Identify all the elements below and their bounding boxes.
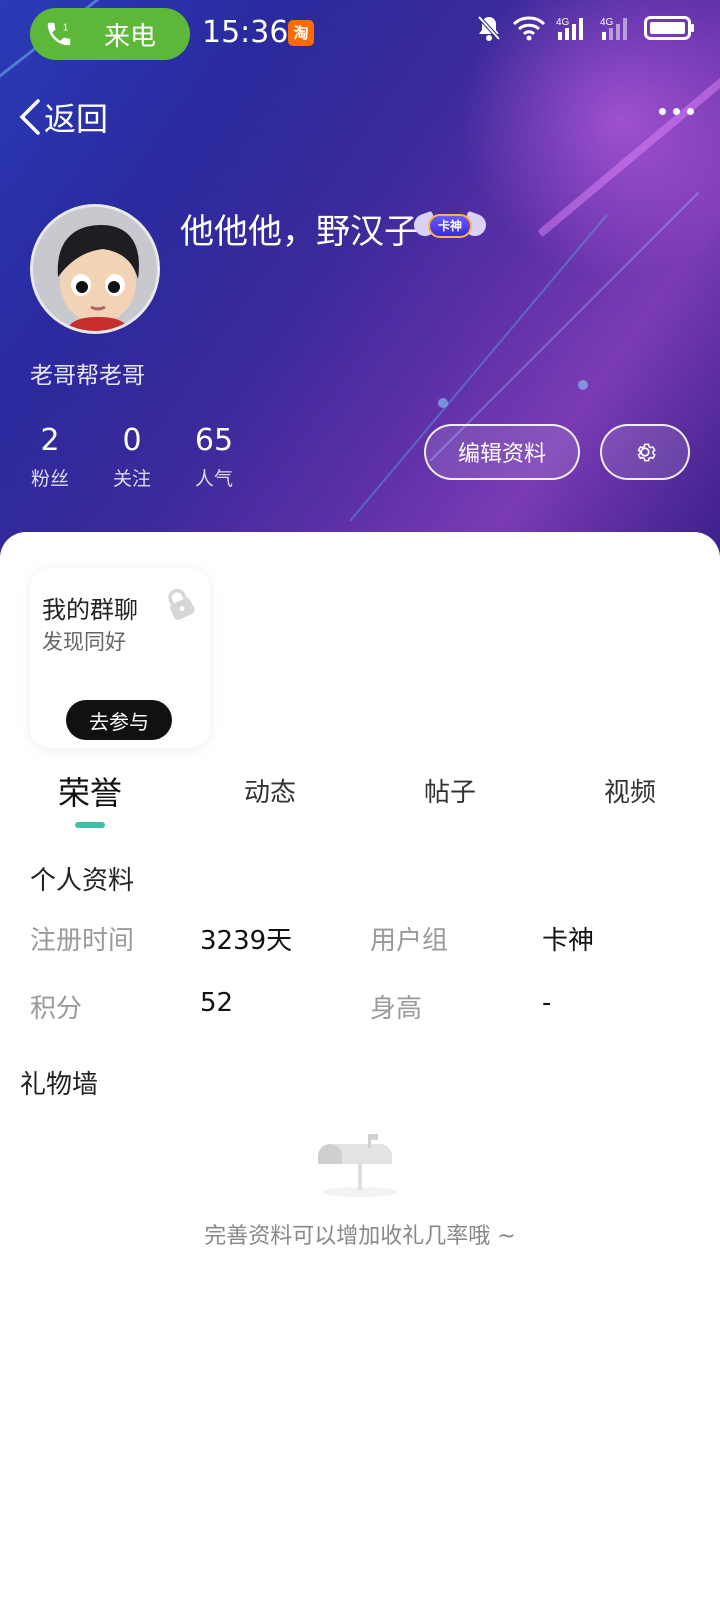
gift-wall-title: 礼物墙 — [20, 1070, 99, 1100]
group-card-subtitle: 发现同好 — [42, 630, 126, 654]
status-icons: 4G 4G — [476, 14, 696, 42]
group-chat-card[interactable]: 我的群聊 发现同好 去参与 — [30, 568, 210, 748]
stat-popularity[interactable]: 65 人气 — [194, 424, 234, 491]
network-label: 4G — [556, 17, 570, 28]
signal-4g-secondary-icon: 4G — [600, 17, 627, 40]
avatar-character-icon — [33, 207, 157, 331]
status-bar: 1 来电 15:36 淘 4G 4G — [0, 8, 720, 60]
tab-honor[interactable]: 荣誉 — [58, 768, 122, 814]
light-dot — [438, 398, 448, 408]
info-value: 卡神 — [542, 926, 595, 956]
chevron-left-icon — [19, 99, 40, 135]
incoming-call-pill[interactable]: 1 来电 — [30, 8, 190, 60]
taobao-app-icon: 淘 — [288, 20, 314, 46]
back-label: 返回 — [44, 100, 109, 138]
badge-text: 卡神 — [428, 214, 472, 238]
more-dots-icon — [659, 108, 666, 115]
light-dot — [578, 380, 588, 390]
gear-icon — [637, 443, 656, 462]
user-subtitle: 老哥帮老哥 — [30, 363, 145, 389]
tab-activity[interactable]: 动态 — [244, 772, 296, 809]
network-label: 4G — [600, 17, 614, 28]
info-value: 52 — [200, 988, 234, 1018]
username: 他他他，野汉子 — [180, 212, 418, 252]
more-options-button[interactable] — [659, 108, 694, 115]
info-label: 用户组 — [370, 926, 449, 956]
gift-wall-empty-text: 完善资料可以增加收礼几率哦 ~ — [204, 1224, 516, 1249]
battery-icon — [644, 16, 694, 40]
active-tab-indicator — [75, 822, 105, 828]
join-button[interactable]: 去参与 — [66, 700, 172, 740]
stat-value: 65 — [194, 423, 234, 458]
settings-button[interactable] — [600, 424, 690, 480]
svg-text:1: 1 — [63, 22, 69, 33]
stat-value: 0 — [122, 423, 142, 458]
info-label: 积分 — [30, 994, 83, 1024]
level-badge: 卡神 — [410, 210, 490, 242]
stat-value: 2 — [40, 423, 60, 458]
tab-posts[interactable]: 帖子 — [424, 772, 476, 809]
profile-tabs: 荣誉 动态 帖子 视频 — [0, 772, 720, 832]
back-button[interactable]: 返回 — [18, 94, 108, 140]
info-label: 注册时间 — [30, 926, 135, 956]
stat-following[interactable]: 0 关注 — [112, 424, 152, 491]
mailbox-icon — [318, 1134, 398, 1197]
info-label: 身高 — [370, 994, 423, 1024]
avatar[interactable] — [30, 204, 160, 334]
profile-stats: 2 粉丝 0 关注 65 人气 — [30, 424, 234, 491]
group-card-title: 我的群聊 — [42, 596, 138, 624]
call-label: 来电 — [104, 21, 157, 52]
tab-videos[interactable]: 视频 — [604, 772, 656, 809]
edit-profile-button[interactable]: 编辑资料 — [424, 424, 580, 480]
clock: 15:36 — [202, 15, 289, 50]
wifi-icon — [512, 16, 546, 41]
signal-4g-icon: 4G — [556, 17, 583, 40]
stat-label: 粉丝 — [30, 468, 69, 490]
info-value: - — [542, 988, 552, 1018]
phone-icon: 1 — [47, 22, 71, 46]
personal-info-title: 个人资料 — [30, 866, 135, 896]
info-value: 3239天 — [200, 926, 293, 956]
stat-label: 人气 — [194, 468, 233, 490]
stat-fans[interactable]: 2 粉丝 — [30, 424, 70, 491]
stat-label: 关注 — [112, 468, 151, 490]
lock-icon — [168, 588, 195, 621]
mute-bell-icon — [477, 15, 501, 41]
